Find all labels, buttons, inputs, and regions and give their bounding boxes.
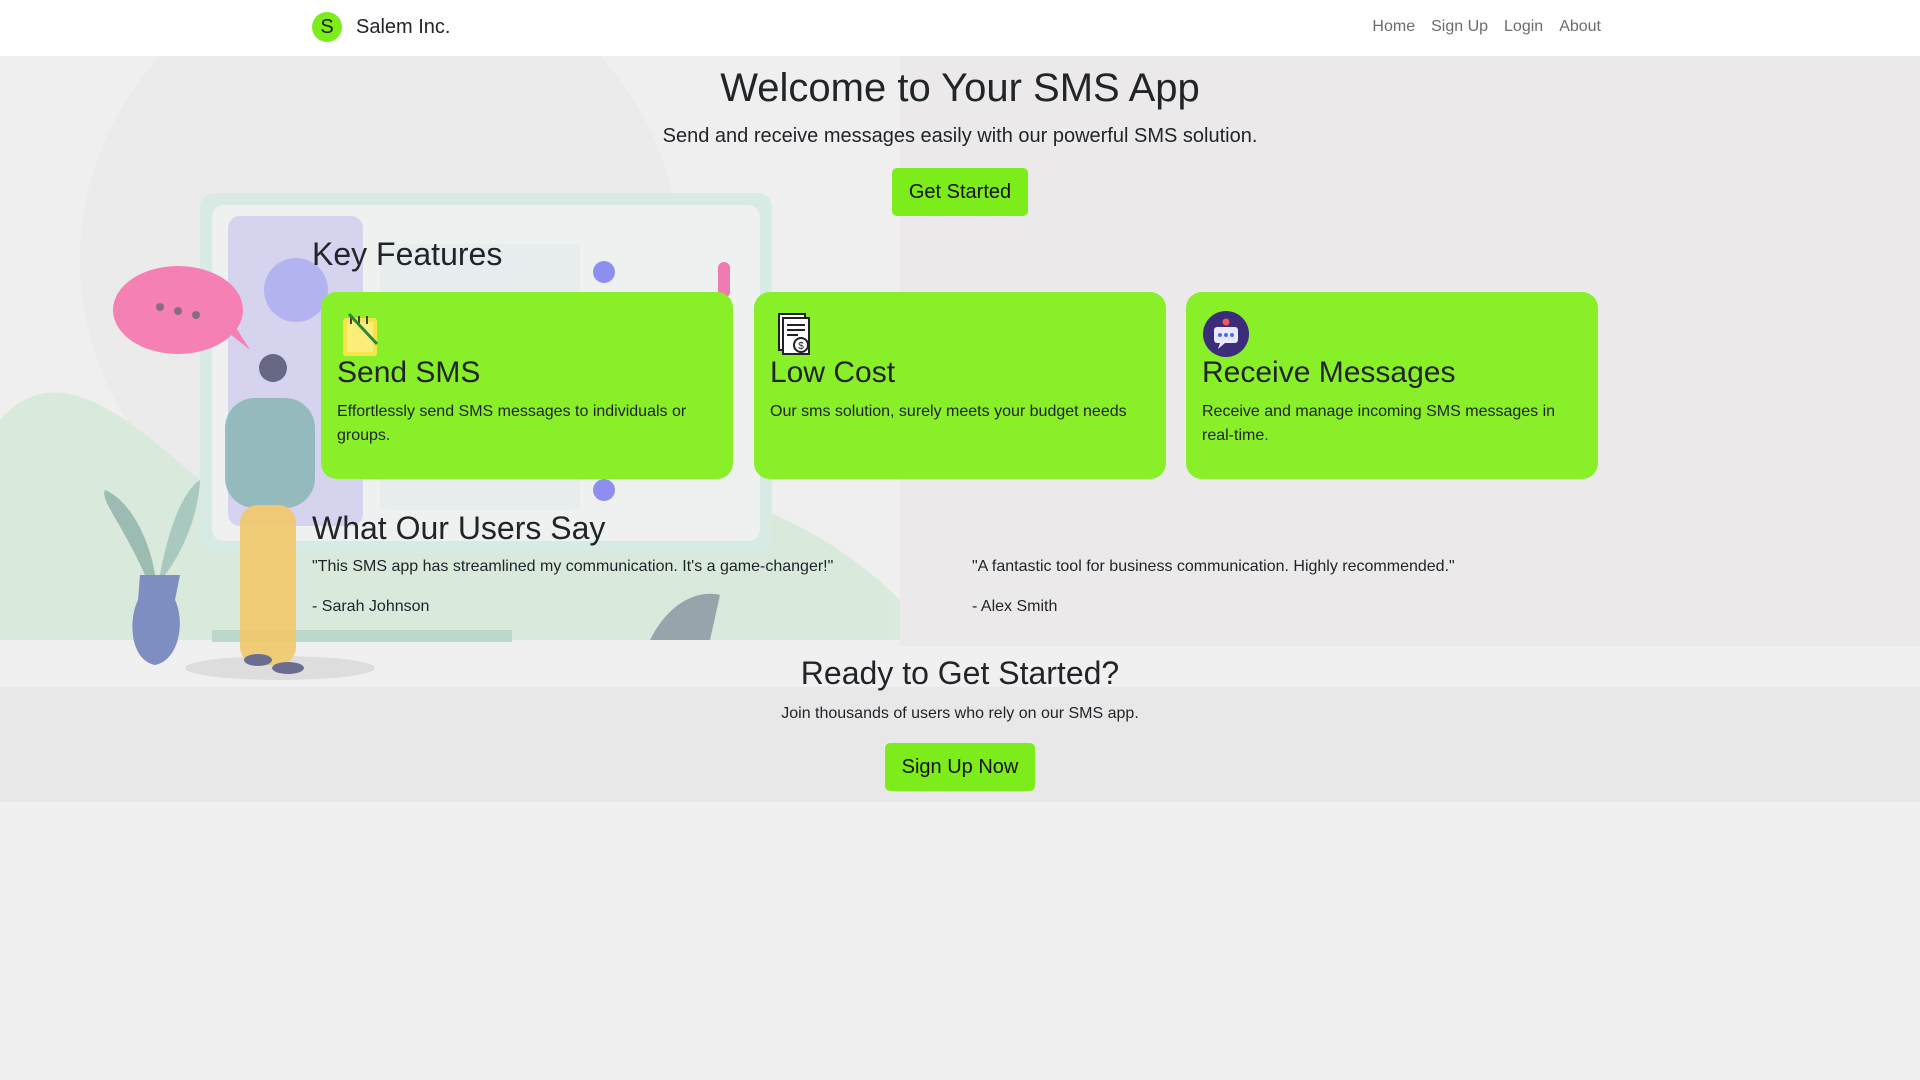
brand-name: Salem Inc. [356,15,451,38]
sign-up-now-button[interactable]: Sign Up Now [885,743,1035,791]
feature-card-receive-messages: Receive Messages Receive and manage inco… [1186,292,1598,479]
cta-subtitle: Join thousands of users who rely on our … [781,705,1139,722]
feature-card-low-cost: $ Low Cost Our sms solution, surely meet… [754,292,1166,479]
testimonial-quote: "This SMS app has streamlined my communi… [312,558,834,575]
chat-notification-icon [1203,311,1249,357]
cta-title: Ready to Get Started? [800,655,1120,691]
notepad-icon [343,312,379,356]
hero-title: Welcome to Your SMS App [720,66,1200,110]
feature-title: Send SMS [337,356,481,389]
feature-title: Low Cost [770,356,896,389]
hero-subtitle: Send and receive messages easily with ou… [662,125,1258,147]
document-dollar-icon: $ [778,313,810,355]
testimonials-title: What Our Users Say [312,510,606,546]
main-content: Welcome to Your SMS App Send and receive… [0,0,1920,1080]
feature-title: Receive Messages [1202,356,1456,389]
svg-text:$: $ [798,341,804,352]
nav-link-signup[interactable]: Sign Up [1431,18,1488,36]
nav-link-login[interactable]: Login [1504,18,1543,36]
nav-link-about[interactable]: About [1559,18,1601,36]
testimonial-author: - Alex Smith [972,598,1058,615]
brand[interactable]: S Salem Inc. [312,12,450,42]
feature-description: Receive and manage incoming SMS messages… [1202,403,1556,444]
feature-description: Our sms solution, surely meets your budg… [770,403,1127,420]
nav-links: Home Sign Up Login About [1372,18,1601,36]
features-title: Key Features [312,236,503,272]
feature-description: Effortlessly send SMS messages to indivi… [337,403,687,444]
nav-link-home[interactable]: Home [1372,18,1415,36]
get-started-button[interactable]: Get Started [892,168,1028,216]
testimonial-author: - Sarah Johnson [312,598,430,615]
feature-card-send-sms: Send SMS Effortlessly send SMS messages … [321,292,733,479]
navbar: S Salem Inc. Home Sign Up Login About [0,0,1920,56]
brand-logo-icon: S [312,12,342,42]
testimonial-quote: "A fantastic tool for business communica… [972,558,1455,575]
